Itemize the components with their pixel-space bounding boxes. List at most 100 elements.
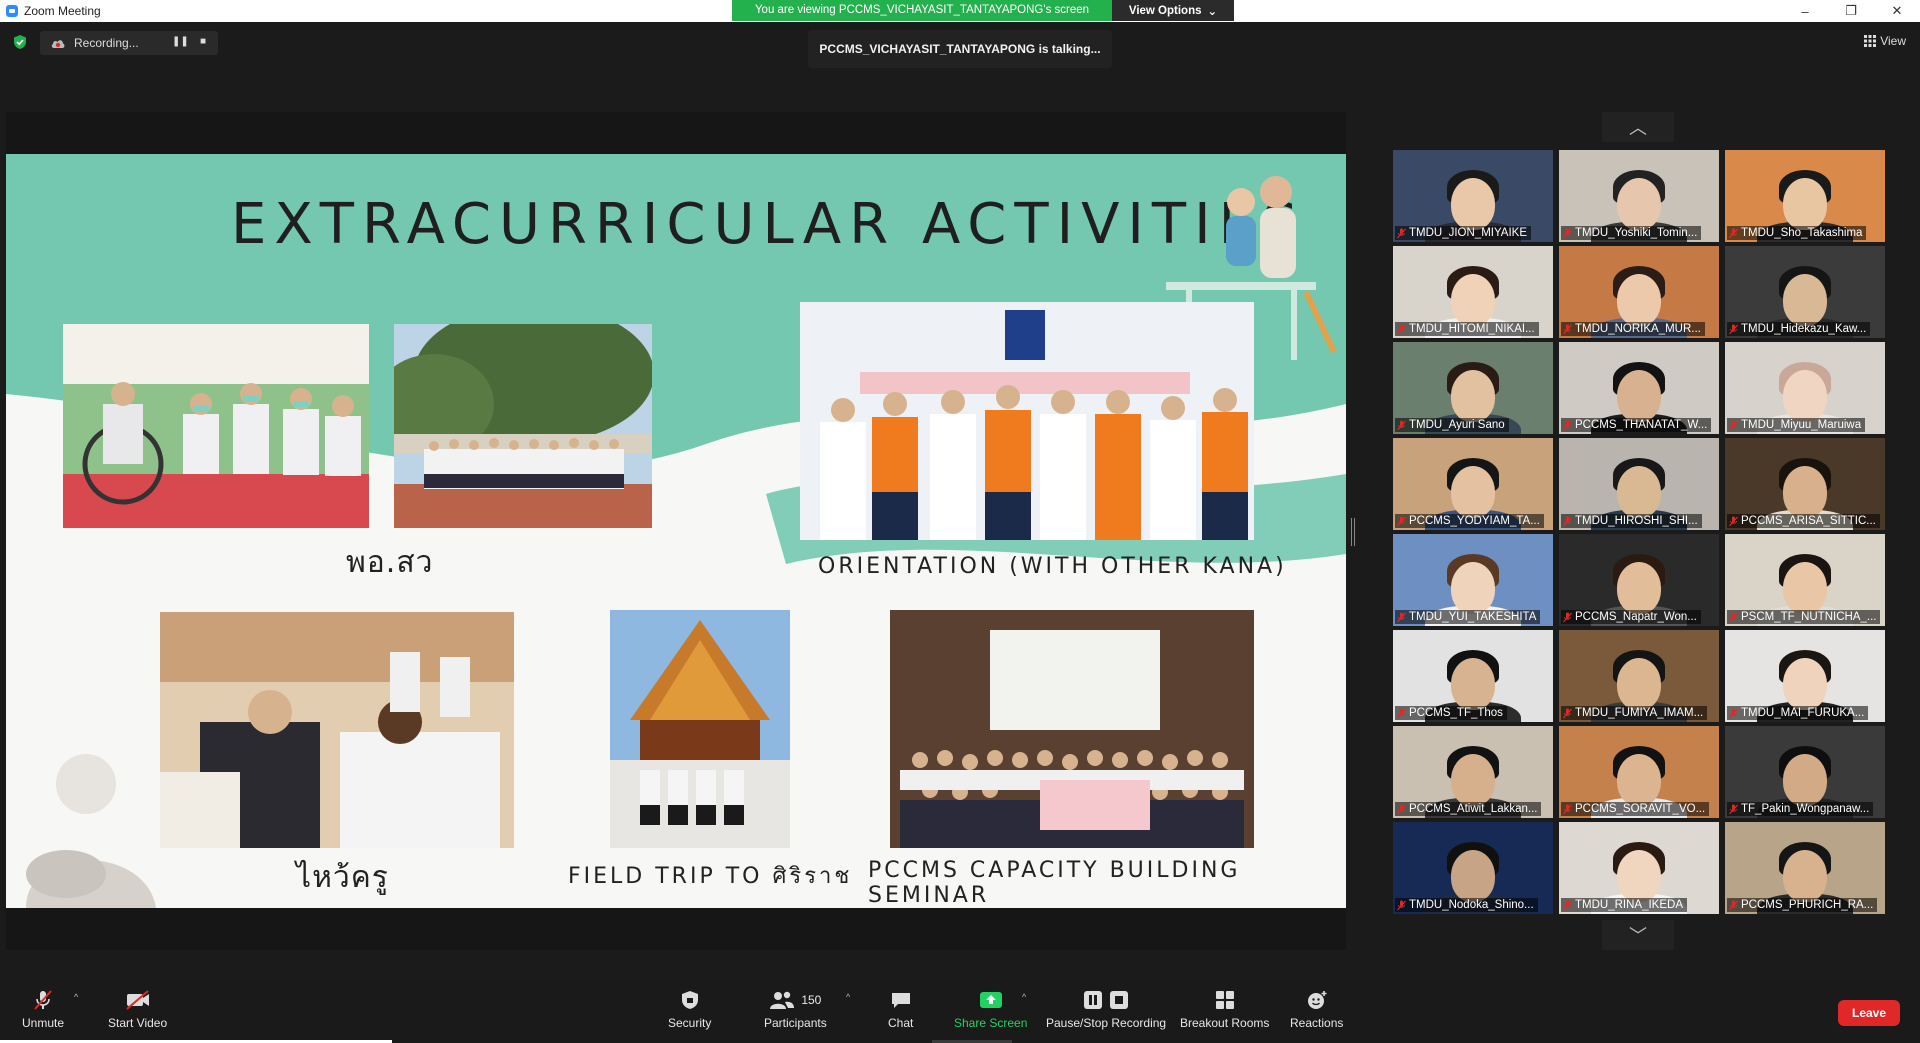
stop-recording-icon[interactable]: ■ — [200, 36, 206, 47]
participant-tile[interactable]: PCCMS_ARISA_SITTIC... — [1725, 438, 1885, 530]
participant-tile[interactable]: PCCMS_Napatr_Won... — [1559, 534, 1719, 626]
mic-muted-icon — [1397, 708, 1406, 718]
reactions-button[interactable]: Reactions — [1290, 988, 1343, 1030]
participant-name: TMDU_Miyuu_Maruiwa — [1741, 419, 1862, 431]
participant-name-tag: PCCMS_PHURICH_RA... — [1727, 898, 1878, 912]
zoom-window: Zoom Meeting You are viewing PCCMS_VICHA… — [0, 0, 1920, 1043]
participant-tile[interactable]: TMDU_YUI_TAKESHITA — [1393, 534, 1553, 626]
participant-tile[interactable]: PCCMS_THANATAT_W... — [1559, 342, 1719, 434]
breakout-rooms-button[interactable]: Breakout Rooms — [1180, 988, 1269, 1030]
participant-name-tag: PCCMS_Napatr_Won... — [1561, 610, 1701, 624]
minimize-button[interactable]: – — [1782, 0, 1828, 22]
mic-muted-icon — [1729, 324, 1738, 334]
participant-tile[interactable]: PCCMS_TF_Thos — [1393, 630, 1553, 722]
gallery-next-page-button[interactable]: ﹀ — [1602, 920, 1674, 950]
participant-face — [1783, 370, 1827, 422]
participant-tile[interactable]: TMDU_FUMIYA_IMAM... — [1559, 630, 1719, 722]
mic-muted-icon — [1563, 420, 1572, 430]
participant-tile[interactable]: TMDU_JION_MIYAIKE — [1393, 150, 1553, 242]
unmute-label: Unmute — [22, 1016, 65, 1030]
app-title: Zoom Meeting — [6, 4, 101, 18]
pause-stop-recording-button[interactable]: Pause/Stop Recording — [1046, 988, 1166, 1030]
participant-tile[interactable]: TMDU_RINA_IKEDA — [1559, 822, 1719, 914]
chat-bubble-icon — [891, 993, 910, 1008]
participant-name-tag: TF_Pakin_Wongpanaw... — [1727, 802, 1874, 816]
participant-face — [1783, 850, 1827, 902]
participant-name-tag: TMDU_Miyuu_Maruiwa — [1727, 418, 1866, 432]
participant-tile[interactable]: TMDU_HITOMI_NIKAI... — [1393, 246, 1553, 338]
participant-name: TMDU_Hidekazu_Kaw... — [1741, 323, 1867, 335]
security-shield-icon[interactable] — [12, 34, 28, 50]
recording-label: Recording... — [74, 36, 139, 50]
participant-tile[interactable]: PCCMS_Atiwit_Lakkan... — [1393, 726, 1553, 818]
participant-tile[interactable]: TMDU_Nodoka_Shino... — [1393, 822, 1553, 914]
participant-name: TMDU_HIROSHI_SHI... — [1575, 515, 1698, 527]
participant-face — [1617, 466, 1661, 518]
stop-icon — [1110, 991, 1129, 1009]
split-resize-handle[interactable] — [1351, 518, 1355, 546]
participants-count: 150 — [801, 993, 822, 1007]
window-controls: – ❐ ✕ — [1782, 0, 1920, 22]
participant-tile[interactable]: TMDU_Sho_Takashima — [1725, 150, 1885, 242]
participant-tile[interactable]: TMDU_Miyuu_Maruiwa — [1725, 342, 1885, 434]
chat-button[interactable]: Chat — [888, 988, 913, 1030]
pause-recording-icon[interactable]: ❚❚ — [172, 36, 189, 47]
participant-name: TMDU_Ayuri Sano — [1409, 419, 1505, 431]
participant-tile[interactable]: TMDU_Ayuri Sano — [1393, 342, 1553, 434]
restore-button[interactable]: ❐ — [1828, 0, 1874, 22]
participant-face — [1617, 658, 1661, 710]
participant-face — [1617, 754, 1661, 806]
mic-muted-icon — [1729, 516, 1738, 526]
participants-options-caret-icon[interactable]: ^ — [846, 992, 850, 1002]
participant-name: PCCMS_Atiwit_Lakkan... — [1409, 803, 1538, 815]
participant-tile[interactable]: PCCMS_SORAVIT_VO... — [1559, 726, 1719, 818]
participant-name: TMDU_Yoshiki_Tomin... — [1575, 227, 1698, 239]
participant-tile[interactable]: TMDU_Yoshiki_Tomin... — [1559, 150, 1719, 242]
participant-tile[interactable]: PCCMS_PHURICH_RA... — [1725, 822, 1885, 914]
leave-button[interactable]: Leave — [1838, 1000, 1900, 1026]
pause-stop-recording-label: Pause/Stop Recording — [1046, 1016, 1167, 1030]
mic-muted-icon — [1729, 900, 1738, 910]
share-options-caret-icon[interactable]: ^ — [1022, 992, 1026, 1002]
share-screen-button[interactable]: Share Screen — [954, 988, 1027, 1030]
participant-name: PCCMS_THANATAT_W... — [1575, 419, 1708, 431]
participant-face — [1783, 754, 1827, 806]
start-video-button[interactable]: Start Video — [108, 988, 167, 1030]
pause-icon — [1084, 991, 1103, 1009]
slide-title: EXTRACURRICULAR ACTIVITIES — [231, 192, 1306, 257]
mic-muted-icon — [1397, 804, 1406, 814]
participant-name-tag: TMDU_Ayuri Sano — [1395, 418, 1509, 432]
view-button[interactable]: View — [1864, 34, 1906, 48]
viewing-screen-label: You are viewing PCCMS_VICHAYASIT_TANTAYA… — [732, 0, 1112, 21]
participant-name-tag: PCCMS_TF_Thos — [1395, 706, 1507, 720]
participant-face — [1617, 178, 1661, 230]
unmute-button[interactable]: Unmute — [22, 988, 64, 1030]
participant-name: PSCM_TF_NUTNICHA_... — [1741, 611, 1877, 623]
participant-face — [1451, 658, 1495, 710]
gallery-prev-page-button[interactable]: ︿ — [1602, 112, 1674, 142]
participant-tile[interactable]: TMDU_MAI_FURUKA... — [1725, 630, 1885, 722]
participants-button[interactable]: 150 Participants — [764, 988, 827, 1030]
view-options-button[interactable]: View Options ⌄ — [1112, 0, 1234, 21]
caption-wai-kru: ไหว้ครู — [296, 860, 389, 895]
participant-tile[interactable]: PCCMS_YODYIAM_TA... — [1393, 438, 1553, 530]
participant-name-tag: PCCMS_ARISA_SITTIC... — [1727, 514, 1880, 528]
participant-name-tag: TMDU_Hidekazu_Kaw... — [1727, 322, 1871, 336]
participant-face — [1783, 274, 1827, 326]
participant-face — [1783, 562, 1827, 614]
mic-muted-icon — [1397, 516, 1406, 526]
participant-face — [1451, 370, 1495, 422]
participant-tile[interactable]: TMDU_Hidekazu_Kaw... — [1725, 246, 1885, 338]
participant-tile[interactable]: TF_Pakin_Wongpanaw... — [1725, 726, 1885, 818]
participant-tile[interactable]: TMDU_NORIKA_MUR... — [1559, 246, 1719, 338]
caption-por-sor-wor: พอ.สว — [346, 545, 434, 580]
close-button[interactable]: ✕ — [1874, 0, 1920, 22]
participant-tile[interactable]: TMDU_HIROSHI_SHI... — [1559, 438, 1719, 530]
audio-options-caret-icon[interactable]: ^ — [74, 992, 78, 1002]
participant-tile[interactable]: PSCM_TF_NUTNICHA_... — [1725, 534, 1885, 626]
participant-name: TMDU_MAI_FURUKA... — [1741, 707, 1865, 719]
mic-muted-icon — [1729, 612, 1738, 622]
security-button[interactable]: Security — [668, 988, 711, 1030]
participant-name-tag: PCCMS_THANATAT_W... — [1561, 418, 1712, 432]
participant-name-tag: TMDU_YUI_TAKESHITA — [1395, 610, 1541, 624]
